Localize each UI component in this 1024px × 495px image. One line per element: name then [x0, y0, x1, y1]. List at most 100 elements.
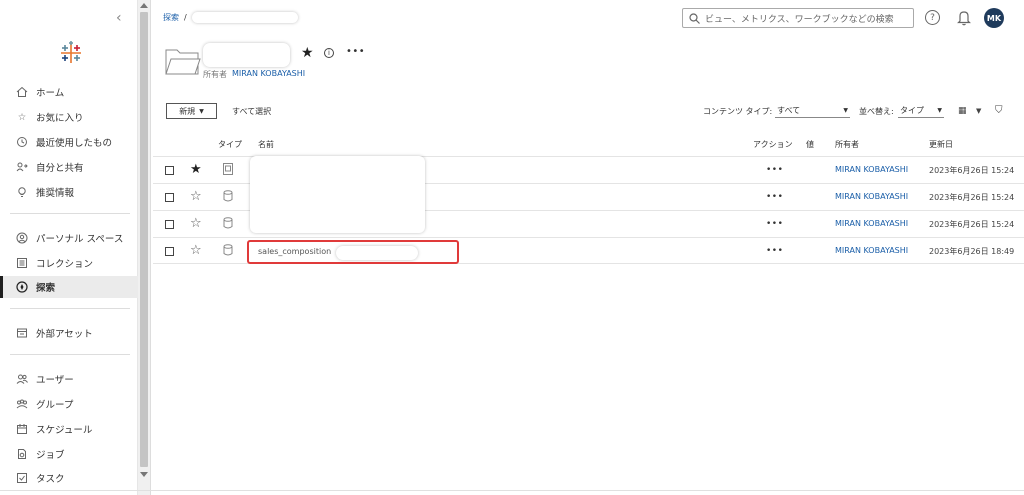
row-actions-icon[interactable]: ••• — [766, 165, 783, 175]
row-updated: 2023年6月26日 18:49 — [929, 247, 1015, 256]
names-redacted — [250, 156, 425, 233]
row-checkbox[interactable] — [165, 247, 174, 256]
tableau-logo-icon[interactable] — [58, 40, 84, 66]
sidebar-item-label: 自分と共有 — [36, 163, 84, 174]
column-header-value[interactable]: 値 — [806, 139, 814, 150]
breadcrumb-explore-link[interactable]: 探索 — [163, 12, 179, 23]
row-owner-link[interactable]: MIRAN KOBAYASHI — [835, 219, 908, 228]
column-header-type[interactable]: タイプ — [218, 139, 242, 150]
column-header-actions: アクション — [753, 140, 793, 149]
favorite-star-icon[interactable]: ★ — [190, 162, 202, 177]
chevron-down-icon: ▼ — [937, 107, 942, 114]
sidebar-item-label: ホーム — [36, 88, 65, 99]
lightbulb-icon — [16, 186, 28, 198]
sidebar-item-personal-space[interactable]: パーソナル スペース — [0, 227, 138, 249]
sidebar-item-label: パーソナル スペース — [36, 234, 124, 245]
personal-space-icon — [16, 232, 28, 244]
sidebar-divider — [10, 308, 130, 309]
content-type-label: コンテンツ タイプ: — [703, 107, 773, 116]
sidebar-item-label: グループ — [36, 400, 74, 411]
row-updated: 2023年6月26日 15:24 — [929, 193, 1015, 202]
sidebar-item-recommendations[interactable]: 推奨情報 — [0, 181, 138, 203]
more-actions-icon[interactable]: ••• — [346, 46, 365, 57]
select-all-button[interactable]: すべて選択 — [232, 106, 271, 117]
search-placeholder: ビュー、メトリクス、ワークブックなどの検索 — [705, 14, 894, 25]
breadcrumb: 探索 / — [163, 12, 298, 23]
shared-icon — [16, 161, 28, 173]
tasks-icon — [16, 472, 28, 484]
column-header-name[interactable]: 名前 — [258, 139, 274, 150]
favorite-star-icon[interactable]: ★ — [301, 45, 314, 61]
row-checkbox[interactable] — [165, 220, 174, 229]
avatar[interactable]: MK — [984, 8, 1004, 28]
sort-select[interactable]: タイプ ▼ — [898, 104, 944, 118]
collapse-sidebar-icon[interactable]: ‹ — [116, 10, 122, 26]
notification-bell-icon[interactable] — [956, 9, 972, 26]
sidebar-item-recents[interactable]: 最近使用したもの — [0, 131, 138, 153]
sidebar-divider — [10, 213, 130, 214]
sidebar-item-tasks[interactable]: タスク — [0, 467, 138, 489]
column-header-owner[interactable]: 所有者 — [835, 139, 859, 150]
new-button[interactable]: 新規 ▼ — [166, 103, 217, 119]
row-updated: 2023年6月26日 15:24 — [929, 166, 1015, 175]
column-header-updated[interactable]: 更新日 — [929, 139, 953, 150]
content-type-select[interactable]: すべて ▼ — [775, 104, 850, 118]
explore-icon — [16, 281, 28, 293]
row-owner-link[interactable]: MIRAN KOBAYASHI — [835, 192, 908, 201]
sidebar-divider — [10, 354, 130, 355]
sidebar-item-schedules[interactable]: スケジュール — [0, 418, 138, 440]
sidebar-item-groups[interactable]: グループ — [0, 393, 138, 415]
sort-value: タイプ — [900, 106, 924, 115]
row-actions-icon[interactable]: ••• — [766, 192, 783, 202]
groups-icon — [16, 398, 28, 410]
breadcrumb-separator: / — [184, 13, 187, 22]
sidebar-item-home[interactable]: ホーム — [0, 81, 138, 103]
breadcrumb-current-redacted — [191, 12, 298, 23]
sidebar-scrollbar[interactable] — [138, 0, 151, 495]
datasource-icon — [223, 217, 233, 229]
sidebar-item-external-assets[interactable]: 外部アセット — [0, 322, 138, 344]
sidebar-item-explore[interactable]: 探索 — [0, 276, 138, 298]
list-view-icon[interactable]: ▦ — [958, 106, 967, 116]
jobs-icon — [16, 448, 28, 460]
new-button-label: 新規 — [179, 106, 196, 116]
project-owner: 所有者 MIRAN KOBAYASHI — [203, 69, 305, 80]
home-icon — [16, 86, 28, 98]
search-input[interactable]: ビュー、メトリクス、ワークブックなどの検索 — [682, 8, 914, 28]
row-checkbox[interactable] — [165, 193, 174, 202]
row-owner-link[interactable]: MIRAN KOBAYASHI — [835, 165, 908, 174]
content-type-value: すべて — [777, 106, 801, 115]
search-icon — [689, 12, 700, 24]
sidebar-item-label: コレクション — [36, 259, 94, 270]
row-checkbox[interactable] — [165, 166, 174, 175]
row-owner-link[interactable]: MIRAN KOBAYASHI — [835, 246, 908, 255]
scroll-up-arrow-icon[interactable] — [140, 3, 148, 8]
sidebar-item-label: ジョブ — [36, 450, 65, 461]
favorite-star-icon[interactable]: ☆ — [190, 243, 202, 258]
row-actions-icon[interactable]: ••• — [766, 246, 783, 256]
collection-icon — [16, 257, 28, 269]
info-icon[interactable]: i — [324, 48, 334, 58]
sidebar-item-collections[interactable]: コレクション — [0, 252, 138, 274]
sidebar-item-label: 探索 — [36, 283, 56, 294]
sidebar-item-shared[interactable]: 自分と共有 — [0, 156, 138, 178]
sidebar-item-users[interactable]: ユーザー — [0, 368, 138, 390]
datasource-icon — [223, 244, 233, 256]
row-updated: 2023年6月26日 15:24 — [929, 220, 1015, 229]
scrollbar-thumb[interactable] — [140, 12, 148, 467]
sidebar-item-jobs[interactable]: ジョブ — [0, 443, 138, 465]
chevron-down-icon[interactable]: ▼ — [976, 107, 981, 115]
owner-link[interactable]: MIRAN KOBAYASHI — [232, 69, 305, 80]
filter-icon[interactable]: ⛉ — [995, 105, 1003, 116]
sidebar-item-label: 最近使用したもの — [36, 138, 113, 149]
sidebar-item-label: お気に入り — [36, 113, 84, 124]
help-icon[interactable]: ? — [925, 10, 940, 25]
sidebar-item-label: ユーザー — [36, 375, 74, 386]
scroll-down-arrow-icon[interactable] — [140, 472, 148, 477]
folder-icon — [165, 49, 201, 75]
favorite-star-icon[interactable]: ☆ — [190, 216, 202, 231]
favorite-star-icon[interactable]: ☆ — [190, 189, 202, 204]
row-actions-icon[interactable]: ••• — [766, 219, 783, 229]
sidebar-item-favorites[interactable]: ☆ お気に入り — [0, 106, 138, 128]
bottom-divider — [0, 490, 1024, 491]
